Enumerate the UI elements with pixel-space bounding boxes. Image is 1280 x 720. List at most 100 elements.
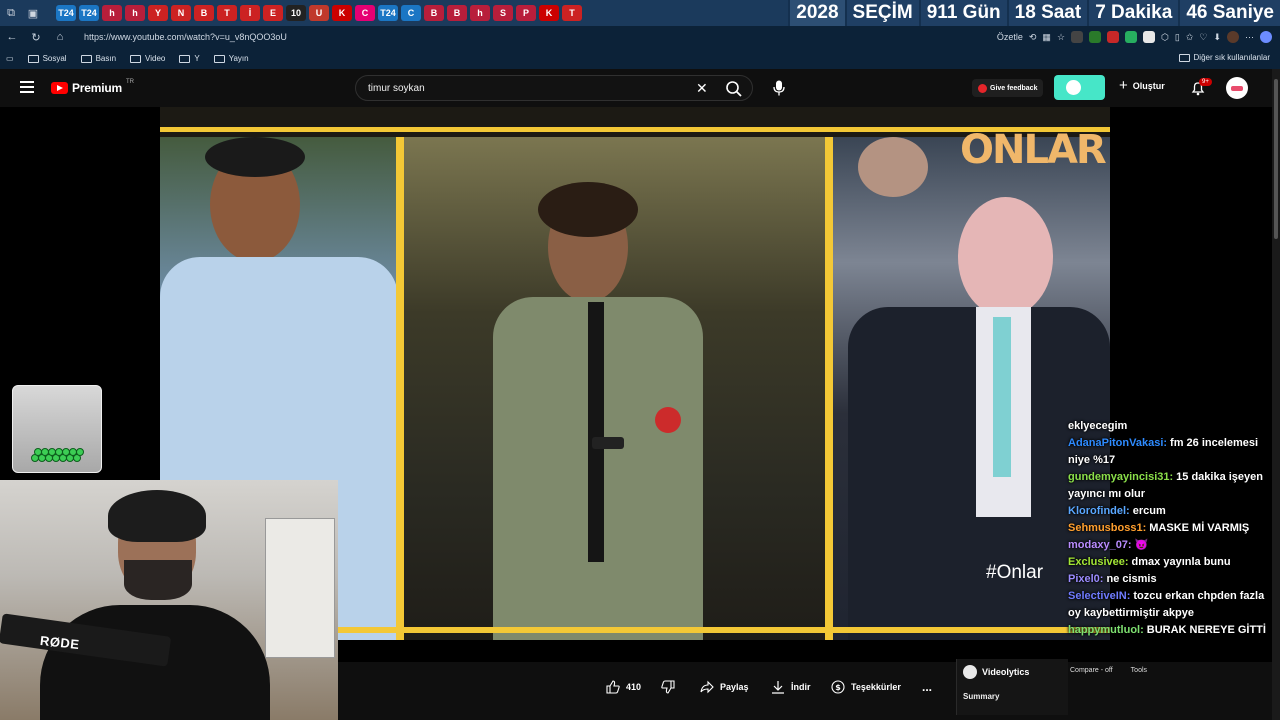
browser-tab[interactable]: İ <box>240 5 260 21</box>
copilot-icon[interactable] <box>1260 31 1272 43</box>
videolytics-header[interactable]: Videolytics <box>963 665 1029 679</box>
favorites-icon[interactable]: ✩ <box>1186 32 1194 43</box>
browser-tab[interactable]: B <box>194 5 214 21</box>
thanks-button[interactable]: $ Teşekkürler <box>831 680 901 694</box>
chat-username[interactable]: gundemyayincisi31: <box>1068 471 1173 483</box>
bookmark-import-icon[interactable]: ▭ <box>6 54 14 63</box>
bookmark-folder[interactable]: Sosyal <box>27 54 67 63</box>
chat-username[interactable]: modaxy_07: <box>1068 539 1132 551</box>
grid-icon[interactable]: ▦ <box>1042 32 1051 43</box>
download-button[interactable]: İndir <box>771 680 811 694</box>
chat-text: 😈 <box>1134 539 1149 551</box>
youtube-logo[interactable]: Premium TR <box>51 79 134 95</box>
menu-icon[interactable] <box>20 81 34 93</box>
search-input[interactable]: timur soykan <box>368 83 425 94</box>
chat-username[interactable]: Exclusivee: <box>1068 556 1129 568</box>
chat-username[interactable]: happymutluol: <box>1068 624 1144 636</box>
browser-tab[interactable]: 10 <box>286 5 306 21</box>
extension-icon[interactable] <box>1143 31 1156 43</box>
browser-tab[interactable]: N <box>171 5 191 21</box>
bookmark-folder[interactable]: Basın <box>80 54 116 63</box>
videolytics-tabs: Compare - off Tools <box>1070 667 1147 674</box>
create-label: Oluştur <box>1132 81 1165 91</box>
browser-tab[interactable]: h <box>125 5 145 21</box>
profile-avatar[interactable] <box>1227 31 1239 43</box>
page-scrollbar[interactable] <box>1272 69 1280 720</box>
bookmark-folder[interactable]: Y <box>179 54 200 63</box>
logo-region: TR <box>125 79 134 85</box>
browser-tab[interactable]: T24 <box>56 5 76 21</box>
extension-icon[interactable] <box>1089 31 1102 43</box>
chat-username[interactable]: Pixel0: <box>1068 573 1103 585</box>
split-screen-icon[interactable]: ▯ <box>1175 32 1180 43</box>
tools-menu[interactable]: Tools <box>1131 667 1147 674</box>
browser-tab[interactable]: h <box>102 5 122 21</box>
compare-toggle[interactable]: Compare - off <box>1070 667 1113 674</box>
countdown-cell: SEÇİM <box>844 0 919 26</box>
account-avatar[interactable] <box>1226 77 1248 99</box>
like-button[interactable]: 410 <box>606 680 641 694</box>
browser-tab[interactable]: K <box>539 5 559 21</box>
browser-tab[interactable]: E <box>263 5 283 21</box>
browser-tab[interactable]: C <box>401 5 421 21</box>
menu-dots-icon[interactable]: ⋯ <box>1245 32 1254 43</box>
extension-icon[interactable] <box>1107 31 1120 43</box>
clear-search-icon[interactable]: ✕ <box>696 80 708 97</box>
share-icon <box>700 680 714 694</box>
chat-username[interactable]: SelectiveIN: <box>1068 590 1130 602</box>
bookmark-label: Video <box>145 54 166 63</box>
extension-toggle[interactable] <box>1054 75 1105 100</box>
folder-icon <box>213 54 225 63</box>
search-box[interactable]: timur soykan ✕ <box>355 75 753 101</box>
browser-tab[interactable]: U <box>309 5 329 21</box>
home-icon[interactable]: ⌂ <box>48 31 72 43</box>
translate-icon[interactable]: ⟲ <box>1029 32 1037 43</box>
browser-tab[interactable]: S <box>493 5 513 21</box>
dislike-button[interactable] <box>661 680 675 694</box>
address-bar: ← ↻ ⌂ https://www.youtube.com/watch?v=u_… <box>0 26 1280 48</box>
browser-tab[interactable]: C <box>355 5 375 21</box>
browser-tab[interactable]: Y <box>148 5 168 21</box>
search-icon[interactable] <box>724 79 744 99</box>
bookmark-folder[interactable]: Video <box>130 54 165 63</box>
create-button[interactable]: + Oluştur <box>1119 78 1165 93</box>
videolytics-title: Videolytics <box>982 667 1030 677</box>
chat-username[interactable]: Sehmusboss1: <box>1068 522 1146 534</box>
streamer-headphones <box>108 490 206 542</box>
browser-tab[interactable]: h <box>470 5 490 21</box>
browser-tab[interactable]: T <box>217 5 237 21</box>
browser-tab[interactable]: T24 <box>79 5 99 21</box>
tab-actions-icon[interactable]: ▣ <box>22 2 44 24</box>
browser-tab[interactable]: T24 <box>378 5 398 21</box>
give-feedback-button[interactable]: Give feedback <box>972 79 1044 97</box>
extensions-puzzle-icon[interactable]: ⬡ <box>1161 32 1169 43</box>
browser-tab[interactable]: T <box>562 5 582 21</box>
browser-tab[interactable]: B <box>424 5 444 21</box>
browser-tab[interactable]: P <box>516 5 536 21</box>
reload-icon[interactable]: ↻ <box>24 31 48 44</box>
scrollbar-thumb[interactable] <box>1274 79 1278 239</box>
browser-tab[interactable]: K <box>332 5 352 21</box>
chat-text: eklyecegim <box>1068 420 1128 432</box>
workspaces-icon[interactable]: ⧉ <box>0 2 22 24</box>
browser-tab[interactable]: B <box>447 5 467 21</box>
share-button[interactable]: Paylaş <box>700 680 749 694</box>
person-head-background <box>858 137 928 197</box>
feedback-label: Give feedback <box>990 84 1038 92</box>
download-icon <box>772 681 784 694</box>
microphone-icon[interactable] <box>772 80 786 96</box>
summarize-button[interactable]: Özetle <box>997 32 1023 42</box>
collections-icon[interactable]: ♡ <box>1199 32 1207 43</box>
bookmark-folder[interactable]: Yayın <box>213 54 249 63</box>
extension-icon[interactable] <box>1125 31 1138 43</box>
chat-username[interactable]: Klorofindel: <box>1068 505 1130 517</box>
favorite-star-icon[interactable]: ☆ <box>1057 32 1065 43</box>
more-actions-button[interactable]: ... <box>922 680 932 694</box>
back-icon[interactable]: ← <box>0 31 24 43</box>
other-bookmarks[interactable]: Diğer sık kullanılanlar <box>1178 53 1270 62</box>
chat-username[interactable]: AdanaPitonVakasi: <box>1068 437 1167 449</box>
downloads-icon[interactable]: ⬇ <box>1213 32 1221 43</box>
extension-icon[interactable] <box>1071 31 1084 43</box>
summary-tab[interactable]: Summary <box>963 692 999 701</box>
url-field[interactable]: https://www.youtube.com/watch?v=u_v8nQOO… <box>84 32 997 42</box>
